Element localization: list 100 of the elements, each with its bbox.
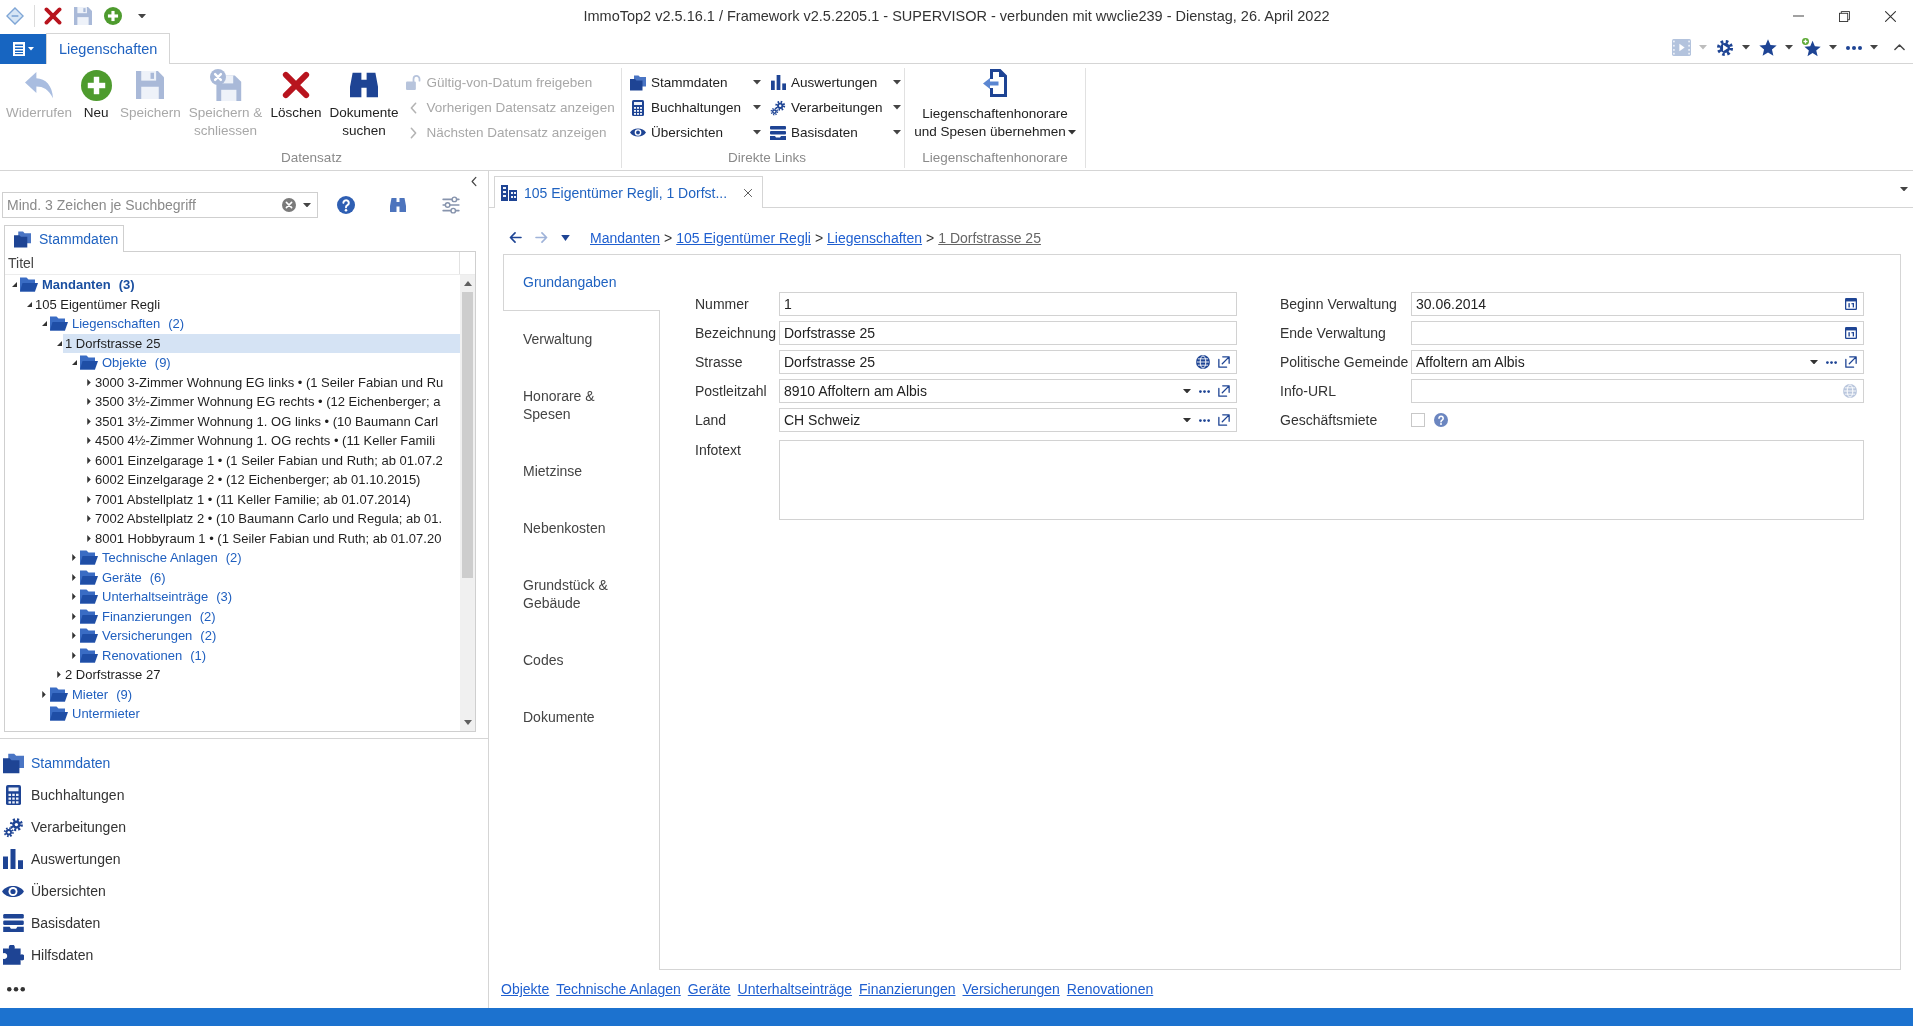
related-link[interactable]: Unterhaltseinträge xyxy=(737,981,852,997)
related-link[interactable]: Versicherungen xyxy=(962,981,1060,997)
dropdown-menu-button[interactable]: Auswertungen xyxy=(770,70,901,95)
expander-icon[interactable] xyxy=(87,495,91,503)
dropdown-menu-button[interactable]: Stammdaten xyxy=(630,70,761,95)
text-field[interactable]: Dorfstrasse 25 xyxy=(779,321,1237,345)
star-icon[interactable] xyxy=(1759,38,1777,57)
nav-item[interactable]: Übersichten xyxy=(0,875,106,907)
expander-icon[interactable] xyxy=(71,360,77,366)
tree-item[interactable]: 2 Dorfstrasse 27 xyxy=(63,665,163,685)
expander-icon[interactable] xyxy=(87,378,91,386)
open-link-icon[interactable] xyxy=(1218,356,1230,368)
nav-item[interactable]: Stammdaten xyxy=(0,747,111,779)
text-field[interactable]: Dorfstrasse 25 xyxy=(779,350,1237,374)
nav-item[interactable]: Hilfsdaten xyxy=(0,939,94,971)
tree-item[interactable]: Renovationen (1) xyxy=(100,645,209,665)
tree-item[interactable]: 6001 Einzelgarage 1 • (1 Seiler Fabian und Ruth; ab 01.07.2 xyxy=(93,450,445,470)
arrow-left-icon[interactable] xyxy=(509,232,522,243)
help-icon[interactable] xyxy=(337,196,355,214)
close-icon[interactable] xyxy=(744,188,753,197)
caret-icon[interactable] xyxy=(1785,45,1793,50)
section-tab[interactable]: Mietzinse xyxy=(503,443,659,500)
transfer-fees-button[interactable]: Liegenschaftenhonorare und Spesen übernehmen xyxy=(905,68,1085,148)
caret-icon[interactable] xyxy=(561,234,570,241)
dropdown-menu-button[interactable]: Verarbeitungen xyxy=(770,95,901,120)
column-header[interactable]: Titel xyxy=(8,255,34,271)
sliders-icon[interactable] xyxy=(442,196,460,214)
expander-icon[interactable] xyxy=(87,417,91,425)
tree-item[interactable]: 105 Eigentümer Regli xyxy=(33,294,163,314)
section-tab[interactable]: Codes xyxy=(503,632,659,689)
expander-icon[interactable] xyxy=(72,612,76,620)
nav-item[interactable]: Buchhaltungen xyxy=(0,779,125,811)
open-link-icon[interactable] xyxy=(1218,385,1230,397)
close-icon[interactable] xyxy=(1884,10,1896,22)
breadcrumb-link[interactable]: 105 Eigentümer Regli xyxy=(676,229,811,246)
scroll-up-icon[interactable] xyxy=(463,281,472,286)
text-field[interactable]: 1 xyxy=(779,292,1237,316)
breadcrumb-link[interactable]: 1 Dorfstrasse 25 xyxy=(938,229,1041,246)
calendar-icon[interactable] xyxy=(1845,298,1857,310)
tree-item[interactable]: 3501 3½-Zimmer Wohnung 1. OG links • (10 Baumann Carl xyxy=(93,411,441,431)
dropdown-field[interactable]: 8910 Affoltern am Albis xyxy=(779,379,1237,403)
search-field[interactable]: Mind. 3 Zeichen je Suchbegriff xyxy=(2,192,318,218)
clear-icon[interactable] xyxy=(282,198,296,212)
expander-icon[interactable] xyxy=(87,515,91,523)
section-tab[interactable]: Dokumente xyxy=(503,689,659,746)
related-link[interactable]: Geräte xyxy=(687,981,731,997)
tree-item[interactable]: 7001 Abstellplatz 1 • (11 Keller Familie; ab 01.07.2014) xyxy=(93,489,413,509)
expander-icon[interactable] xyxy=(87,398,91,406)
tree-item[interactable]: Versicherungen (2) xyxy=(100,626,219,646)
expander-icon[interactable] xyxy=(72,651,76,659)
tree-item[interactable]: Mandanten (3) xyxy=(40,275,137,295)
expander-icon[interactable] xyxy=(72,573,76,581)
binoculars-icon[interactable] xyxy=(390,197,406,213)
nav-item[interactable]: Basisdaten xyxy=(0,907,101,939)
panel-tab[interactable]: Stammdaten xyxy=(4,225,125,252)
expander-icon[interactable] xyxy=(87,534,91,542)
plus-icon[interactable] xyxy=(104,7,122,25)
tree-item[interactable]: Finanzierungen (2) xyxy=(100,606,218,626)
app-menu-button[interactable] xyxy=(0,34,46,64)
textarea-field[interactable] xyxy=(779,440,1864,520)
caret-icon[interactable] xyxy=(1810,359,1818,365)
more-icon[interactable] xyxy=(7,987,25,992)
date-field[interactable]: 30.06.2014 xyxy=(1411,292,1864,316)
ribbon-tab[interactable]: Liegenschaften xyxy=(46,33,171,64)
more-icon[interactable] xyxy=(1846,45,1862,50)
dropdown-field[interactable]: Affoltern am Albis xyxy=(1411,350,1864,374)
related-link[interactable]: Objekte xyxy=(501,981,550,997)
scrollbar[interactable] xyxy=(460,275,475,731)
tree-item[interactable]: Untermieter xyxy=(70,704,142,724)
tree-item[interactable]: Unterhaltseinträge (3) xyxy=(100,587,235,607)
expander-icon[interactable] xyxy=(87,476,91,484)
tree-item[interactable]: Objekte (9) xyxy=(100,353,173,373)
more-icon[interactable] xyxy=(1199,418,1210,422)
settings-icon[interactable] xyxy=(1716,38,1734,57)
breadcrumb-link[interactable]: Mandanten xyxy=(590,229,661,246)
nav-item[interactable]: Verarbeitungen xyxy=(0,811,126,843)
caret-icon[interactable] xyxy=(1829,45,1837,50)
date-field[interactable] xyxy=(1411,321,1864,345)
section-tab[interactable]: Verwaltung xyxy=(503,311,659,368)
related-link[interactable]: Technische Anlagen xyxy=(556,981,681,997)
dropdown-field[interactable]: CH Schweiz xyxy=(779,408,1237,432)
tree-item[interactable]: 8001 Hobbyraum 1 • (1 Seiler Fabian und Ruth; ab 01.07.20 xyxy=(93,528,444,548)
expander-icon[interactable] xyxy=(56,340,62,346)
tree-item[interactable]: Geräte (6) xyxy=(100,567,168,587)
caret-icon[interactable] xyxy=(1183,388,1191,394)
caret-icon[interactable] xyxy=(303,202,311,208)
expander-icon[interactable] xyxy=(72,632,76,640)
expander-icon[interactable] xyxy=(87,437,91,445)
dropdown-menu-button[interactable]: Buchhaltungen xyxy=(630,95,761,120)
open-link-icon[interactable] xyxy=(1845,356,1857,368)
expander-icon[interactable] xyxy=(11,282,17,288)
dropdown-menu-button[interactable]: Basisdaten xyxy=(770,120,901,145)
expander-icon[interactable] xyxy=(57,671,61,679)
new-button[interactable]: Neu xyxy=(76,68,117,146)
tree-item[interactable]: 3000 3-Zimmer Wohnung EG links • (1 Seiler Fabian und Ru xyxy=(93,372,446,392)
section-tab[interactable]: Grundstück & Gebäude xyxy=(503,557,659,632)
help-icon[interactable] xyxy=(1434,413,1448,427)
expander-icon[interactable] xyxy=(87,456,91,464)
collapse-panel-icon[interactable] xyxy=(471,175,477,187)
tree-item[interactable]: 7002 Abstellplatz 2 • (10 Baumann Carlo und Regula; ab 01. xyxy=(93,509,445,529)
